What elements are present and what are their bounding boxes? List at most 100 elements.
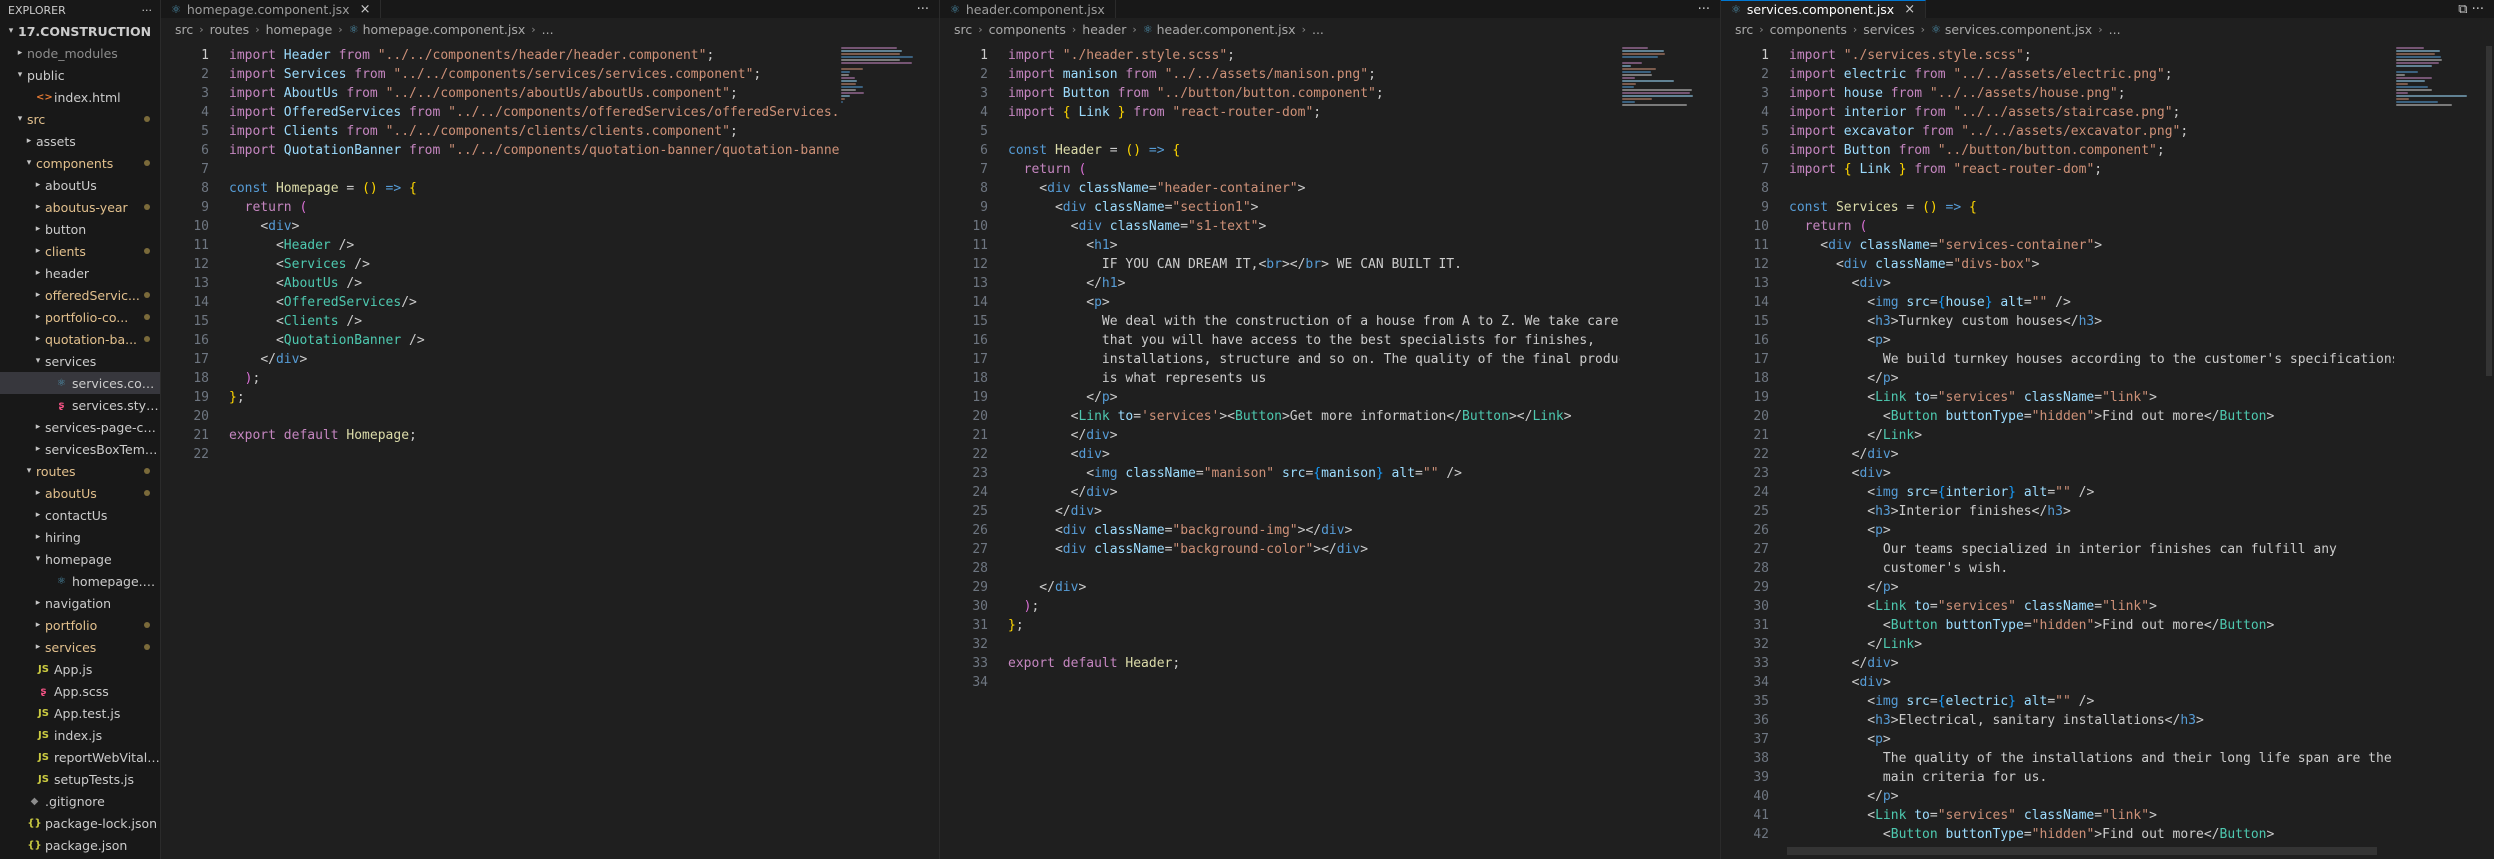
minimap[interactable] — [2396, 46, 2486, 116]
breadcrumb-item[interactable]: src — [954, 22, 972, 37]
line-number: 7 — [1761, 162, 1769, 177]
breadcrumb-item[interactable]: src — [175, 22, 193, 37]
tree-item[interactable]: ▸ services — [0, 636, 160, 658]
horizontal-scrollbar[interactable] — [1787, 847, 2377, 855]
code-editor[interactable]: 1 import "./header.style.scss"; 2 import ma… — [940, 46, 1620, 839]
close-icon[interactable]: × — [1904, 2, 1915, 17]
tree-item[interactable]: ▸ offeredServic... — [0, 284, 160, 306]
tree-item[interactable]: ʂ services.style.scss — [0, 394, 160, 416]
token: ; — [1313, 105, 1322, 120]
tree-item[interactable]: ▸ aboutUs — [0, 174, 160, 196]
tree-item[interactable]: ▸ hiring — [0, 526, 160, 548]
tree-item[interactable]: ▸ contactUs — [0, 504, 160, 526]
editor-tab[interactable]: ⚛ services.component.jsx × — [1721, 0, 1927, 18]
tree-item[interactable]: JS App.js — [0, 658, 160, 680]
code-editor[interactable]: 1 import "./services.style.scss"; 2 import … — [1721, 46, 2394, 842]
tree-item[interactable]: ▸ aboutus-year — [0, 196, 160, 218]
minimap[interactable] — [1622, 46, 1712, 116]
tree-item[interactable]: ▸ quotation-ba... — [0, 328, 160, 350]
breadcrumb-item[interactable]: services.component.jsx — [1945, 22, 2092, 37]
token: "hidden" — [2031, 409, 2095, 424]
modified-dot-icon — [144, 644, 150, 650]
tree-item[interactable]: ▸ portfolio — [0, 614, 160, 636]
tree-item-label: App.js — [54, 661, 93, 677]
code-line: 7 import { Link } from "react-router-dom"… — [1721, 160, 2394, 179]
tree-item[interactable]: ▾ homepage — [0, 548, 160, 570]
editor-actions-button[interactable]: ··· — [917, 0, 929, 18]
token: h3 — [2047, 504, 2063, 519]
token: from — [1922, 124, 1962, 139]
code-line: 41 <Link to="services" className="link"> — [1721, 806, 2394, 825]
tree-item[interactable]: {} package-lock.json — [0, 812, 160, 834]
line-number: 1 — [201, 48, 209, 63]
tree-item[interactable]: ▸ node_modules — [0, 42, 160, 64]
code-line: 2 import manison from "../../assets/manis… — [940, 65, 1620, 84]
tree-item[interactable]: ◆ .gitignore — [0, 790, 160, 812]
chevron-right-icon: › — [1132, 22, 1137, 36]
line-text: </div> — [1789, 654, 1899, 673]
tree-item[interactable]: ⚛ services.compone... — [0, 372, 160, 394]
tree-item[interactable]: <> index.html — [0, 86, 160, 108]
tree-item[interactable]: ▸ navigation — [0, 592, 160, 614]
tree-item[interactable]: ▾ services — [0, 350, 160, 372]
tree-item[interactable]: JS setupTests.js — [0, 768, 160, 790]
line-text: export default Homepage; — [229, 426, 417, 445]
breadcrumb-item[interactable]: header.component.jsx — [1157, 22, 1296, 37]
breadcrumb-item[interactable]: homepage.component.jsx — [363, 22, 526, 37]
tree-item[interactable]: ▾ public — [0, 64, 160, 86]
minimap[interactable] — [841, 46, 931, 116]
token: p — [1882, 789, 1891, 804]
tree-item[interactable]: ▸ header — [0, 262, 160, 284]
code-editor[interactable]: 1 import Header from "../../components/he… — [161, 46, 839, 839]
breadcrumb-item[interactable]: components — [989, 22, 1066, 37]
code-line: 19}; — [161, 388, 839, 407]
minimap-line — [841, 86, 863, 88]
tree-item[interactable]: ▸ button — [0, 218, 160, 240]
breadcrumb-item[interactable]: components — [1770, 22, 1847, 37]
tree-item[interactable]: {} package.json — [0, 834, 160, 856]
tree-item[interactable]: ▾ routes — [0, 460, 160, 482]
tree-item[interactable]: JS index.js — [0, 724, 160, 746]
token: => — [1937, 200, 1970, 215]
tree-item[interactable]: ▾ src — [0, 108, 160, 130]
editor-tab[interactable]: ⚛ header.component.jsx — [940, 0, 1116, 18]
tree-item[interactable]: JS App.test.js — [0, 702, 160, 724]
breadcrumb-item[interactable]: routes — [210, 22, 250, 37]
breadcrumb-item[interactable]: homepage — [266, 22, 333, 37]
editor-actions-button[interactable]: ··· — [1698, 0, 1710, 18]
token: div — [1086, 485, 1110, 500]
minimap-line — [2396, 77, 2432, 79]
breadcrumb-item[interactable]: services — [1863, 22, 1914, 37]
breadcrumb-item[interactable]: ... — [542, 22, 554, 37]
tree-item[interactable]: ▸ assets — [0, 130, 160, 152]
editor-tab[interactable]: ⚛ homepage.component.jsx × — [161, 0, 382, 18]
breadcrumb-item[interactable]: src — [1735, 22, 1753, 37]
line-number: 31 — [972, 618, 988, 633]
tree-item[interactable]: ▸ aboutUs — [0, 482, 160, 504]
tree-item[interactable]: ▸ clients — [0, 240, 160, 262]
explorer-more-button[interactable]: ··· — [142, 4, 153, 17]
tree-item[interactable]: ▸ servicesBoxTemplate — [0, 438, 160, 460]
code-line: 32 </Link> — [1721, 635, 2394, 654]
token: = — [2094, 599, 2103, 614]
tree-item[interactable]: ▾ 17.CONSTRUCTION — [0, 20, 160, 42]
tree-item[interactable]: ▸ portfolio-co... — [0, 306, 160, 328]
code-line: 14 <OfferedServices/> — [161, 293, 839, 312]
tree-item[interactable]: ▸ services-page-com... — [0, 416, 160, 438]
minimap-line — [841, 80, 858, 82]
breadcrumb-item[interactable]: ... — [1312, 22, 1324, 37]
close-icon[interactable]: × — [360, 2, 371, 17]
vertical-scrollbar[interactable] — [2486, 46, 2492, 376]
tree-item[interactable]: JS reportWebVitals.js — [0, 746, 160, 768]
token: Button — [2219, 409, 2267, 424]
editor-actions-button[interactable]: ⧉ ··· — [2458, 0, 2484, 18]
token: manison — [1062, 67, 1126, 82]
tree-item[interactable]: ʂ App.scss — [0, 680, 160, 702]
tree-item[interactable]: ▾ components — [0, 152, 160, 174]
tree-item[interactable]: ⚛ homepage.comp... — [0, 570, 160, 592]
breadcrumb-item[interactable]: ... — [2109, 22, 2121, 37]
token: Button — [1843, 143, 1899, 158]
tab-bar: ⚛ services.component.jsx × ⧉ ··· — [1721, 0, 2494, 18]
breadcrumb-item[interactable]: header — [1082, 22, 1126, 37]
